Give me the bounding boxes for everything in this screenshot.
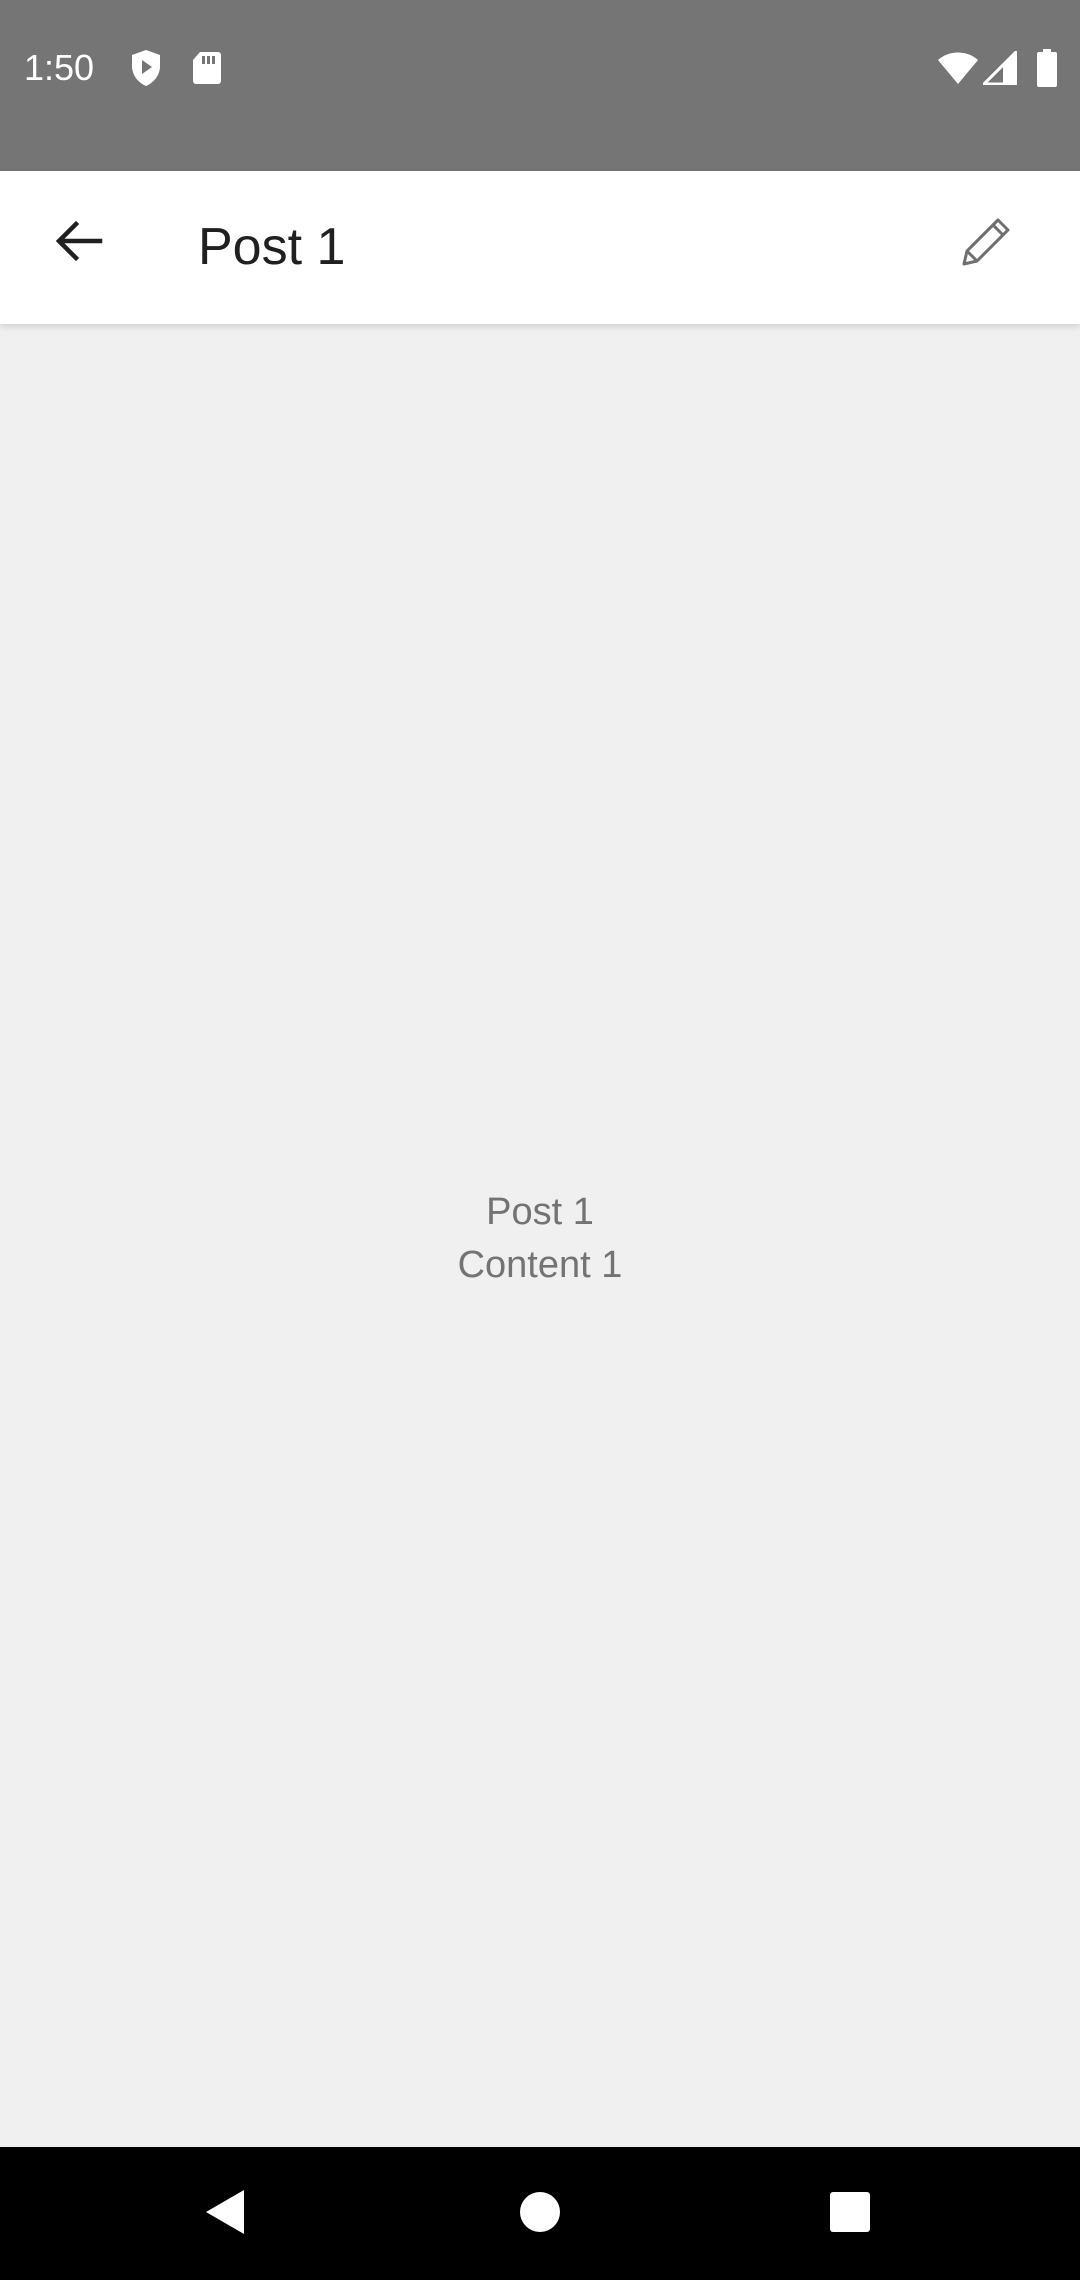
sd-card-icon (190, 48, 224, 88)
post-detail: Post 1 Content 1 (0, 1186, 1080, 1292)
post-content-area: Post 1 Content 1 (0, 324, 1080, 2147)
arrow-back-icon (52, 215, 104, 272)
edit-button[interactable] (944, 201, 1028, 285)
recents-square-icon (829, 2191, 871, 2238)
nav-home-button[interactable] (490, 2167, 590, 2261)
app-bar: Post 1 (0, 171, 1080, 324)
wifi-icon (936, 48, 980, 88)
back-triangle-icon (204, 2188, 248, 2241)
pencil-icon (956, 211, 1016, 276)
post-title: Post 1 (486, 1191, 594, 1233)
battery-icon (1034, 48, 1060, 88)
status-time: 1:50 (24, 47, 95, 88)
cell-signal-icon (982, 48, 1018, 88)
nav-recents-button[interactable] (800, 2167, 900, 2261)
post-content: Content 1 (457, 1244, 623, 1286)
back-button[interactable] (36, 201, 120, 285)
nav-back-button[interactable] (176, 2167, 276, 2261)
page-title: Post 1 (198, 218, 346, 276)
home-circle-icon (519, 2191, 561, 2238)
status-bar: 1:50 (0, 0, 1080, 171)
shield-play-icon (128, 48, 164, 88)
navigation-bar (0, 2147, 1080, 2280)
